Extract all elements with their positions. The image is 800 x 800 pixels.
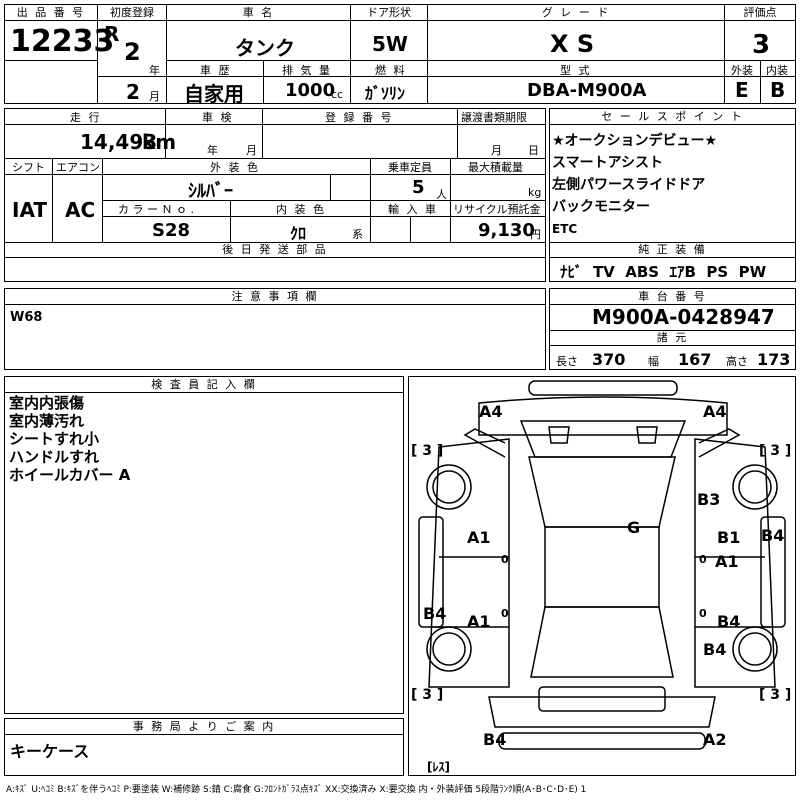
sales-point-item: ★オークションデビュー★ bbox=[552, 133, 718, 149]
grade: X S bbox=[550, 30, 595, 58]
damage-mark: A1 bbox=[467, 528, 491, 547]
shift: IAT bbox=[12, 198, 48, 222]
capacity: 5 bbox=[412, 177, 425, 198]
damage-mark: A4 bbox=[703, 402, 727, 421]
legend: A:ｷｽﾞ U:ﾍｺﾐ B:ｷｽﾞを伴うﾍｺﾐ P:要塗装 W:補修跡 S:錆 … bbox=[6, 785, 587, 795]
damage-mark: B4 bbox=[717, 612, 740, 631]
damage-mark: G bbox=[627, 518, 640, 537]
inspector-item: ハンドルすれ bbox=[9, 448, 100, 466]
inspector-item: ホイールカバー A bbox=[9, 466, 131, 484]
interior-grade: B bbox=[770, 78, 786, 102]
tire-score: [ 3 ] bbox=[411, 443, 443, 459]
history: 自家用 bbox=[184, 82, 244, 106]
damage-mark: A1 bbox=[715, 552, 739, 571]
chassis-number: M900A-0428947 bbox=[592, 305, 775, 329]
recycle-fee: 9,130 bbox=[478, 220, 535, 241]
aircon: AC bbox=[65, 198, 96, 222]
sales-points-list: ★オークションデビュー★ スマートアシスト 左側パワースライドドア バックモニタ… bbox=[552, 130, 717, 240]
sales-point-item: 左側パワースライドドア bbox=[552, 177, 706, 193]
score: 3 bbox=[752, 30, 771, 60]
damage-mark: A2 bbox=[703, 730, 727, 749]
model: DBA-M900A bbox=[527, 80, 647, 101]
lot-label: 出 品 番 号 bbox=[5, 5, 97, 21]
exterior-grade: E bbox=[735, 78, 749, 102]
sales-point-item: ETC bbox=[552, 222, 578, 236]
svg-text:0: 0 bbox=[699, 553, 707, 566]
displacement: 1000 bbox=[285, 80, 336, 101]
spec-width: 167 bbox=[678, 350, 712, 369]
damage-mark: A1 bbox=[467, 612, 491, 631]
svg-text:0: 0 bbox=[501, 553, 509, 566]
damage-mark: B1 bbox=[717, 528, 740, 547]
notes: W68 bbox=[10, 310, 43, 325]
tire-score: [ 3 ] bbox=[759, 687, 791, 703]
inspector-list: 室内内張傷 室内薄汚れ シートすれ小 ハンドルすれ ホイールカバー A bbox=[9, 394, 130, 484]
inspector-item: シートすれ小 bbox=[9, 430, 100, 448]
spec-length: 370 bbox=[592, 350, 626, 369]
int-color: ｸﾛ bbox=[290, 224, 307, 243]
inspector-item: 室内内張傷 bbox=[9, 394, 85, 412]
inspector-item: 室内薄汚れ bbox=[9, 412, 85, 430]
damage-mark: B4 bbox=[423, 604, 446, 623]
lot-number: 12233 bbox=[10, 24, 115, 59]
door-type: 5W bbox=[372, 32, 408, 56]
car-name: タンク bbox=[235, 36, 295, 60]
damage-mark: B3 bbox=[697, 490, 720, 509]
svg-text:0: 0 bbox=[699, 607, 707, 620]
sales-point-item: スマートアシスト bbox=[552, 155, 664, 171]
equipment: ﾅﾋﾞ TV ABS ｴｱB PS PW bbox=[560, 263, 767, 281]
damage-mark: A4 bbox=[479, 402, 503, 421]
office-note: キーケース bbox=[10, 742, 90, 761]
spare-tire: [ﾚｽ] bbox=[427, 760, 450, 774]
damage-mark: B4 bbox=[483, 730, 506, 749]
car-diagram-svg: A4 A4 B3 G A1 B1 B4 A1 A1 B4 B4 B4 B4 A2… bbox=[411, 380, 791, 774]
tire-score: [ 3 ] bbox=[759, 443, 791, 459]
damage-mark: B4 bbox=[761, 526, 784, 545]
reg-label: 初度登録 bbox=[98, 5, 166, 21]
color-no: S28 bbox=[152, 220, 191, 241]
sales-point-item: バックモニター bbox=[552, 199, 650, 215]
damage-mark: B4 bbox=[703, 640, 726, 659]
fuel: ｶﾞｿﾘﾝ bbox=[365, 84, 406, 103]
reg-month: 2 bbox=[126, 80, 140, 104]
svg-text:0: 0 bbox=[501, 607, 509, 620]
car-diagram: A4 A4 B3 G A1 B1 B4 A1 A1 B4 B4 B4 B4 A2… bbox=[408, 376, 796, 776]
reg-year: 2 bbox=[124, 38, 141, 66]
spec-height: 173 bbox=[757, 350, 791, 369]
reg-era: R bbox=[104, 22, 120, 46]
tire-score: [ 3 ] bbox=[411, 687, 443, 703]
